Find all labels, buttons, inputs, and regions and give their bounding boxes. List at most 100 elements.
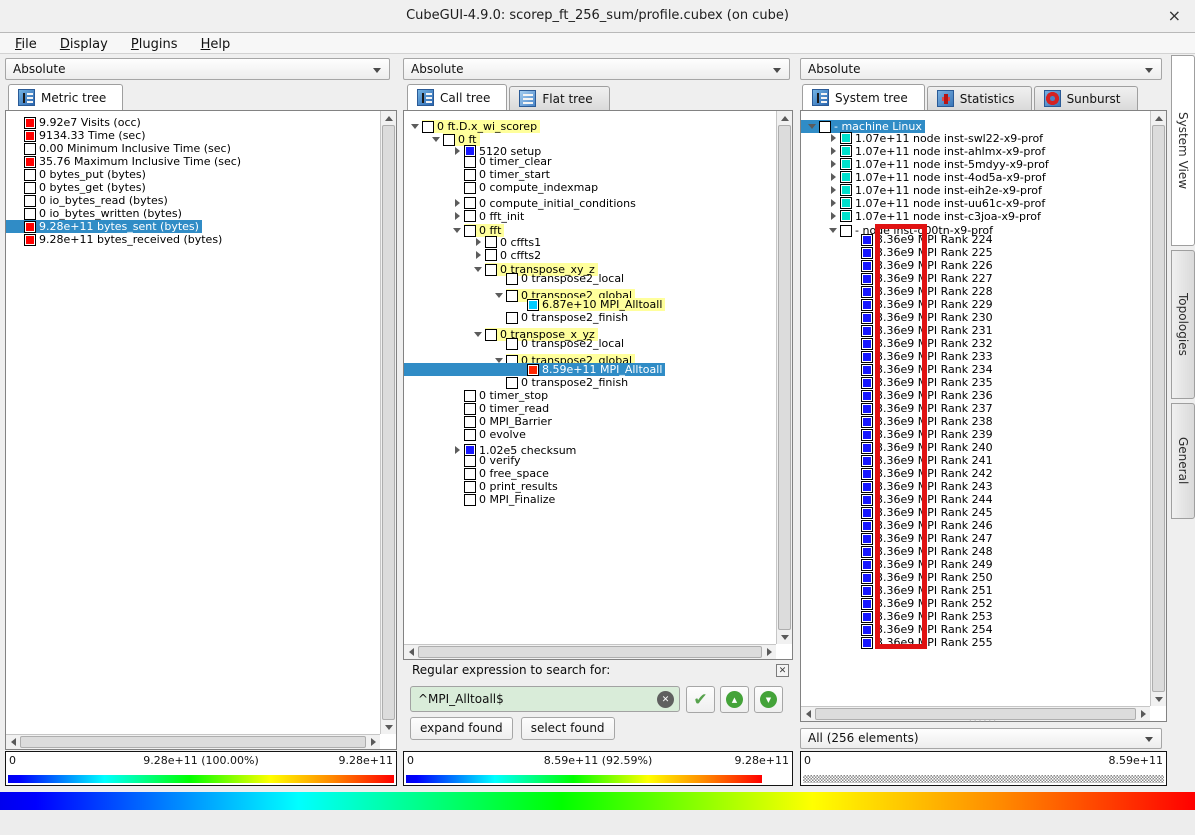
tree-row[interactable]: 0 timer_clear — [404, 153, 776, 166]
tree-row[interactable]: 1.07e+11 node inst-c3joa-x9-prof — [801, 205, 1150, 218]
tree-row[interactable]: 9134.33 Time (sec) — [6, 127, 380, 140]
tree-row[interactable]: 3.36e9 MPI Rank 250 — [801, 569, 1150, 582]
tree-row[interactable]: 9.92e7 Visits (occ) — [6, 114, 380, 127]
scroll-right-button[interactable] — [762, 645, 776, 659]
clear-search-icon[interactable]: ✕ — [657, 691, 674, 708]
menu-file[interactable]: File — [6, 35, 46, 52]
tree-row[interactable]: 0 transpose2_local — [404, 335, 776, 348]
tree-row[interactable]: 0 cffts1 — [404, 231, 776, 244]
scroll-down-button[interactable] — [777, 630, 793, 644]
tree-row[interactable]: 3.36e9 MPI Rank 245 — [801, 504, 1150, 517]
tree-row[interactable]: 0 transpose_x_yz — [404, 322, 776, 335]
scroll-down-button[interactable] — [381, 720, 397, 734]
tree-row[interactable]: 0 MPI_Barrier — [404, 413, 776, 426]
tab-sunburst[interactable]: Sunburst — [1034, 86, 1138, 110]
call-value-mode-combo[interactable]: Absolute — [403, 58, 790, 80]
tree-row[interactable]: 1.07e+11 node inst-swl22-x9-prof — [801, 127, 1150, 140]
tab-metric-tree[interactable]: Metric tree — [8, 84, 123, 110]
tree-row[interactable]: 3.36e9 MPI Rank 228 — [801, 283, 1150, 296]
tree-row[interactable]: 0 ft — [404, 127, 776, 140]
tree-row[interactable]: 5120 setup — [404, 140, 776, 153]
tree-row[interactable]: 0 transpose2_global — [404, 283, 776, 296]
system-filter-combo[interactable]: All (256 elements) — [800, 728, 1162, 749]
next-match-button[interactable]: ▼ — [754, 686, 783, 713]
menu-display[interactable]: Display — [51, 35, 117, 52]
tree-row[interactable]: 0 transpose_xy_z — [404, 257, 776, 270]
tree-row[interactable]: 3.36e9 MPI Rank 254 — [801, 621, 1150, 634]
scroll-up-button[interactable] — [381, 111, 397, 125]
tree-row[interactable]: 3.36e9 MPI Rank 225 — [801, 244, 1150, 257]
scroll-up-button[interactable] — [1151, 111, 1167, 125]
tree-row[interactable]: 3.36e9 MPI Rank 236 — [801, 387, 1150, 400]
tree-row[interactable]: 1.07e+11 node inst-4od5a-x9-prof — [801, 166, 1150, 179]
close-icon[interactable]: × — [1168, 6, 1181, 25]
tree-row[interactable]: 3.36e9 MPI Rank 229 — [801, 296, 1150, 309]
tree-row[interactable]: 3.36e9 MPI Rank 230 — [801, 309, 1150, 322]
tree-row[interactable]: 0 fft — [404, 218, 776, 231]
tree-row[interactable]: 35.76 Maximum Inclusive Time (sec) — [6, 153, 380, 166]
tree-row[interactable]: 3.36e9 MPI Rank 227 — [801, 270, 1150, 283]
menu-plugins[interactable]: Plugins — [122, 35, 187, 52]
tab-system-tree[interactable]: System tree — [802, 84, 925, 110]
tree-row[interactable]: 0 transpose2_finish — [404, 374, 776, 387]
search-input[interactable]: ^MPI_Alltoall$ ✕ — [410, 686, 680, 712]
tree-row[interactable]: 3.36e9 MPI Rank 239 — [801, 426, 1150, 439]
tree-row[interactable]: 0 MPI_Finalize — [404, 491, 776, 504]
tree-row[interactable]: 9.28e+11 bytes_sent (bytes) — [6, 218, 380, 231]
vertical-scrollbar[interactable] — [776, 111, 792, 644]
scroll-down-button[interactable] — [1151, 692, 1167, 706]
tree-row[interactable]: 0 free_space — [404, 465, 776, 478]
tree-row[interactable]: 3.36e9 MPI Rank 226 — [801, 257, 1150, 270]
tree-row[interactable]: 1.07e+11 node inst-eih2e-x9-prof — [801, 179, 1150, 192]
tree-row[interactable]: 1.07e+11 node inst-ahlmx-x9-prof — [801, 140, 1150, 153]
tree-row[interactable]: 3.36e9 MPI Rank 238 — [801, 413, 1150, 426]
tab-flat-tree[interactable]: Flat tree — [509, 86, 609, 110]
tree-row[interactable]: 3.36e9 MPI Rank 251 — [801, 582, 1150, 595]
scroll-up-button[interactable] — [777, 111, 793, 125]
side-tab-topologies[interactable]: Topologies — [1171, 250, 1195, 399]
tree-row[interactable]: 1.07e+11 node inst-uu61c-x9-prof — [801, 192, 1150, 205]
tree-row[interactable]: 3.36e9 MPI Rank 234 — [801, 361, 1150, 374]
scrollbar-thumb[interactable] — [1152, 125, 1165, 692]
tree-row[interactable]: 0 bytes_get (bytes) — [6, 179, 380, 192]
tree-row[interactable]: 3.36e9 MPI Rank 235 — [801, 374, 1150, 387]
tab-call-tree[interactable]: Call tree — [407, 84, 507, 110]
tree-row[interactable]: 3.36e9 MPI Rank 232 — [801, 335, 1150, 348]
scrollbar-thumb[interactable] — [778, 125, 791, 630]
tree-row[interactable]: 0 transpose2_finish — [404, 309, 776, 322]
tree-row[interactable]: - node inst-g00tn-x9-prof — [801, 218, 1150, 231]
tab-statistics[interactable]: Statistics — [927, 86, 1032, 110]
vertical-scrollbar[interactable] — [380, 111, 396, 734]
tree-row[interactable]: 1.02e5 checksum — [404, 439, 776, 452]
scroll-left-button[interactable] — [404, 645, 418, 659]
tree-row[interactable]: 3.36e9 MPI Rank 246 — [801, 517, 1150, 530]
vertical-scrollbar[interactable] — [1150, 111, 1166, 706]
tree-row[interactable]: 6.87e+10 MPI_Alltoall — [404, 296, 776, 309]
tree-row[interactable]: 3.36e9 MPI Rank 249 — [801, 556, 1150, 569]
scrollbar-thumb[interactable] — [20, 736, 366, 748]
tree-row[interactable]: 3.36e9 MPI Rank 233 — [801, 348, 1150, 361]
scrollbar-thumb[interactable] — [418, 646, 762, 658]
tree-row[interactable]: 0 transpose2_global — [404, 348, 776, 361]
splitter-handle[interactable]: ······ — [800, 718, 1167, 727]
tree-row[interactable]: 0 io_bytes_read (bytes) — [6, 192, 380, 205]
apply-search-button[interactable]: ✔ — [686, 686, 715, 713]
tree-row[interactable]: 0 verify — [404, 452, 776, 465]
tree-row[interactable]: 3.36e9 MPI Rank 247 — [801, 530, 1150, 543]
tree-row[interactable]: 3.36e9 MPI Rank 253 — [801, 608, 1150, 621]
tree-row[interactable]: - machine Linux — [801, 114, 1150, 127]
tree-row[interactable]: 3.36e9 MPI Rank 255 — [801, 634, 1150, 647]
tree-row[interactable]: 0 timer_start — [404, 166, 776, 179]
tree-row[interactable]: 3.36e9 MPI Rank 231 — [801, 322, 1150, 335]
tree-row[interactable]: 3.36e9 MPI Rank 237 — [801, 400, 1150, 413]
tree-row[interactable]: 1.07e+11 node inst-5mdyy-x9-prof — [801, 153, 1150, 166]
tree-row[interactable]: 0 transpose2_local — [404, 270, 776, 283]
tree-row[interactable]: 3.36e9 MPI Rank 241 — [801, 452, 1150, 465]
tree-row[interactable]: 0 io_bytes_written (bytes) — [6, 205, 380, 218]
tree-row[interactable]: 0 print_results — [404, 478, 776, 491]
scrollbar-thumb[interactable] — [382, 125, 395, 720]
tree-row[interactable]: 0 timer_read — [404, 400, 776, 413]
tree-row[interactable]: 0.00 Minimum Inclusive Time (sec) — [6, 140, 380, 153]
expand-found-button[interactable]: expand found — [410, 717, 513, 740]
previous-match-button[interactable]: ▲ — [720, 686, 749, 713]
